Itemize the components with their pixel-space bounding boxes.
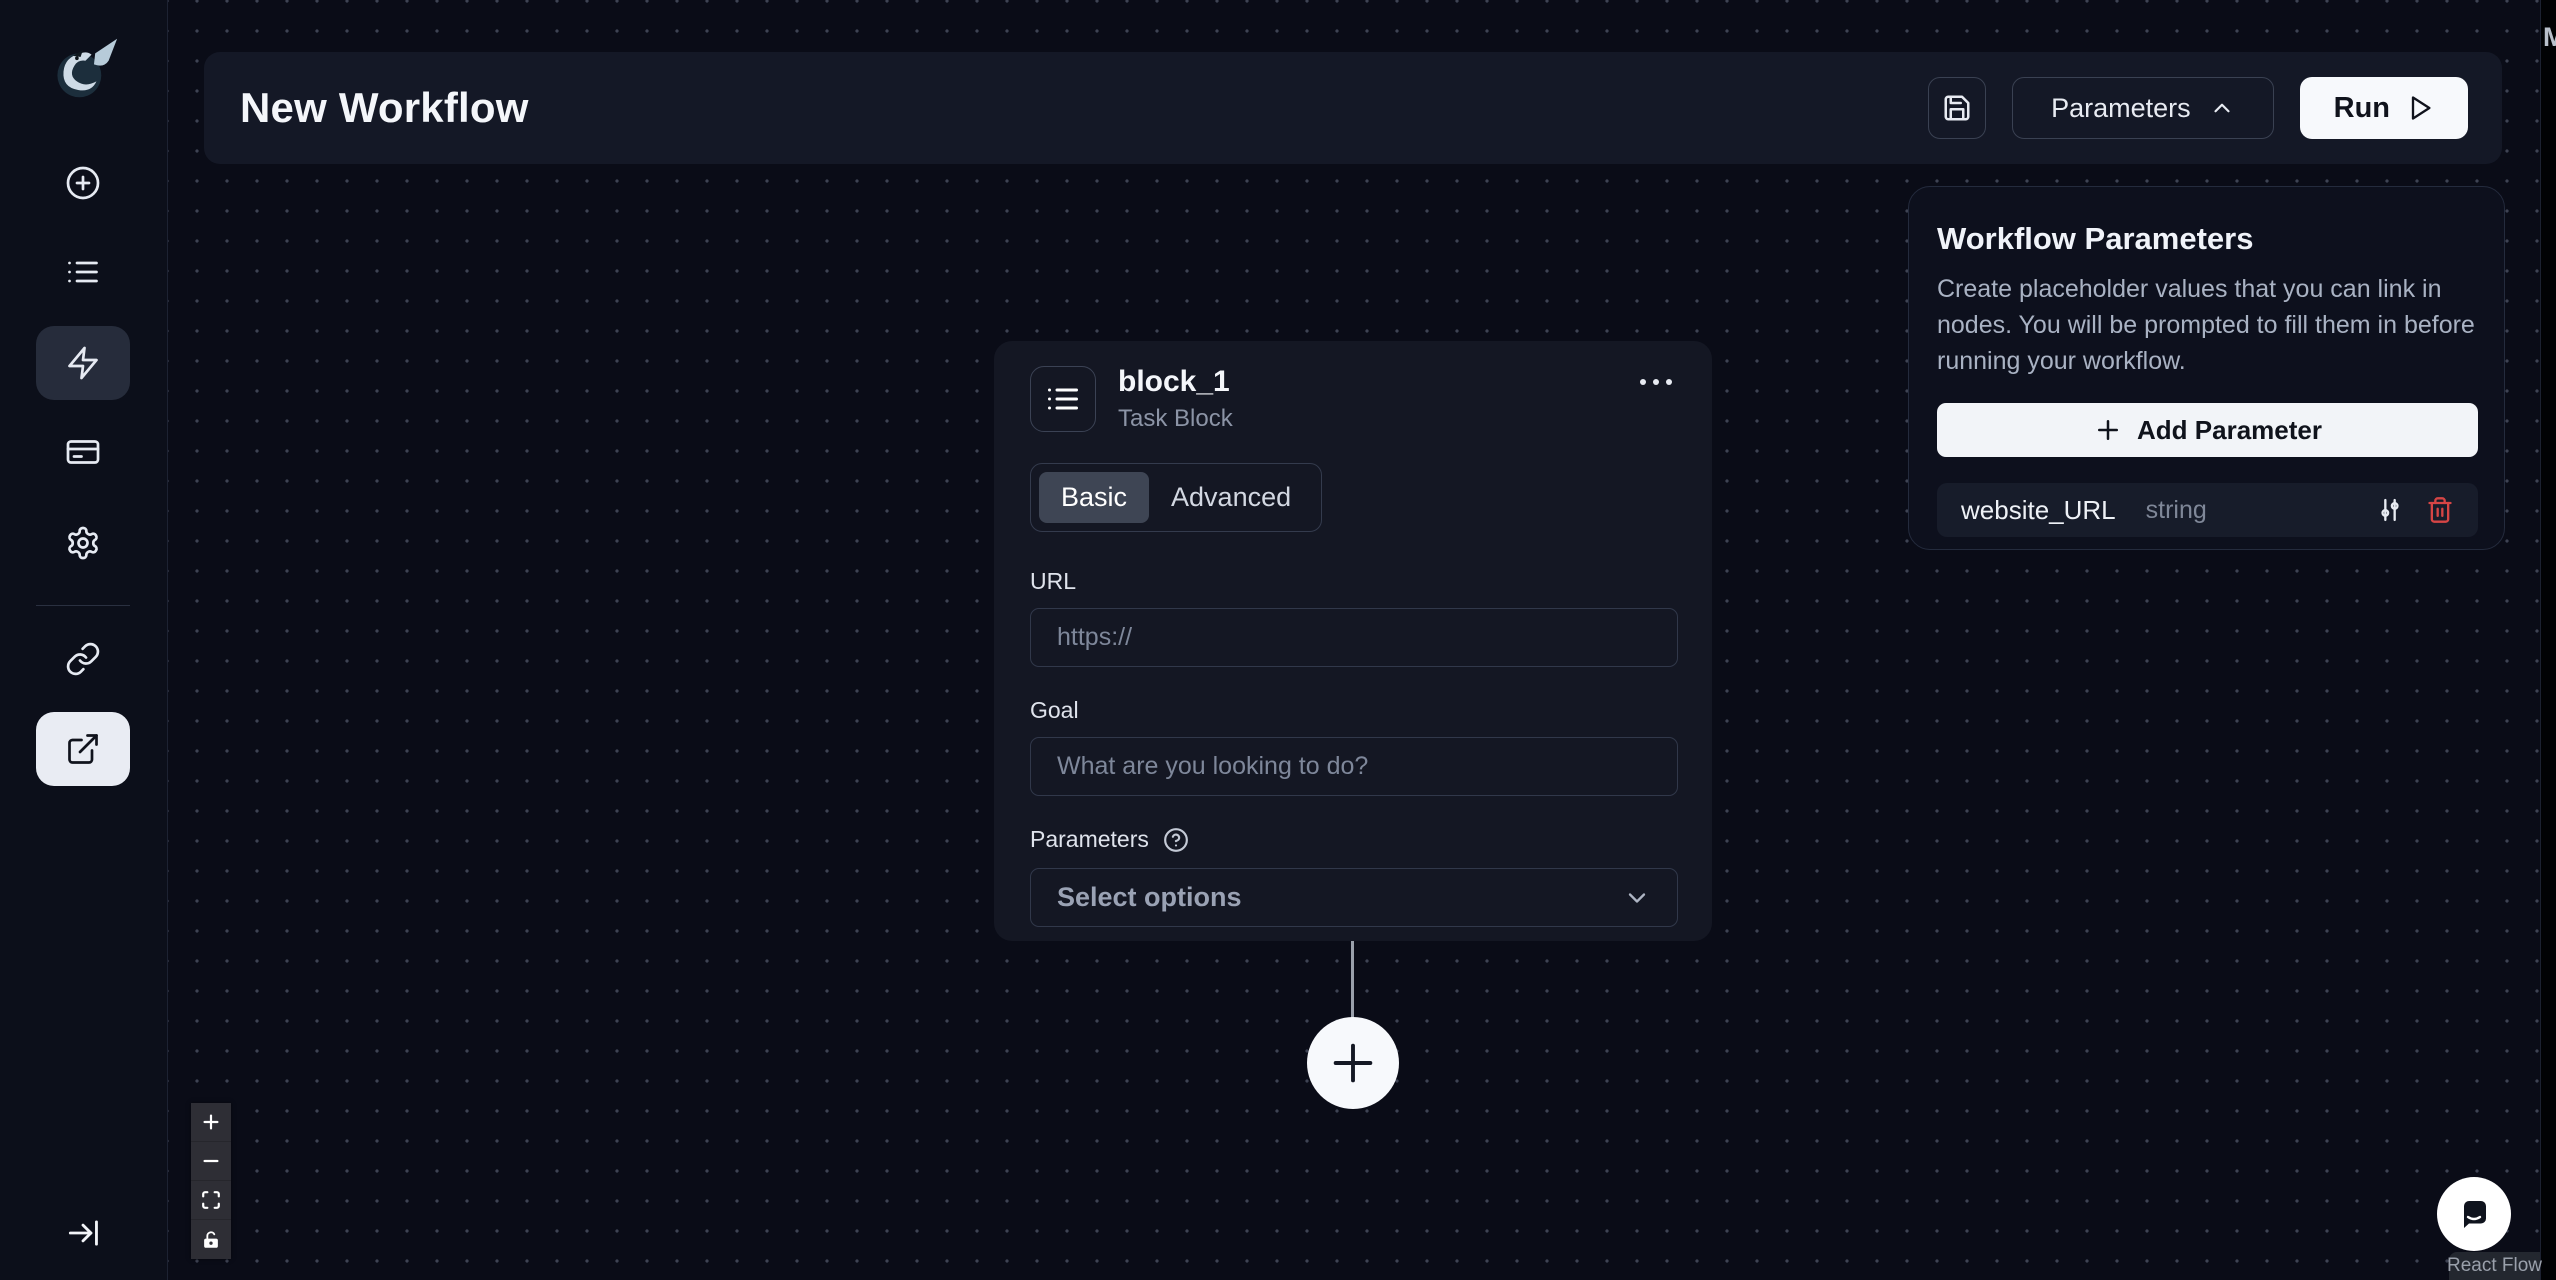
plus-circle-icon [66, 166, 100, 200]
header-actions: Parameters Run [1928, 77, 2468, 139]
url-input[interactable] [1030, 608, 1678, 667]
skyvern-logo[interactable] [44, 26, 122, 110]
sidebar-expand-button[interactable] [52, 1204, 114, 1262]
sidebar-item-create[interactable] [36, 146, 130, 220]
parameters-label-text: Parameters [1030, 826, 1149, 852]
parameter-row[interactable]: website_URL string [1937, 483, 2478, 537]
save-button[interactable] [1928, 77, 1987, 139]
goal-label-text: Goal [1030, 697, 1079, 723]
zoom-out-button[interactable] [191, 1142, 231, 1181]
parameter-actions [2376, 496, 2454, 524]
react-flow-attribution-label: React Flow [2446, 1255, 2543, 1276]
credit-card-icon [66, 440, 100, 464]
chat-launcher-button[interactable] [2437, 1177, 2511, 1251]
url-label-text: URL [1030, 568, 1077, 594]
node-title[interactable]: block_1 [1118, 365, 1640, 399]
workflow-parameters-panel: Workflow Parameters Create placeholder v… [1908, 186, 2505, 550]
sidebar-item-runs[interactable] [36, 235, 130, 309]
list-icon [68, 261, 98, 283]
node-tabs: Basic Advanced [1030, 463, 1323, 532]
workflow-header: New Workflow Parameters Run [204, 52, 2502, 164]
lock-button[interactable] [191, 1220, 231, 1259]
window-edge-strip: M [2540, 0, 2556, 1280]
react-flow-attribution[interactable]: React Flow [2446, 1252, 2543, 1280]
sidebar-item-integrations[interactable] [36, 622, 130, 696]
canvas-controls [191, 1103, 231, 1259]
parameters-button[interactable]: Parameters [2012, 77, 2274, 139]
clipped-edge-text: M [2543, 22, 2556, 53]
external-link-icon [68, 734, 98, 764]
parameter-type: string [2145, 495, 2207, 524]
sidebar-item-settings[interactable] [36, 506, 130, 580]
sidebar-item-credentials[interactable] [36, 415, 130, 489]
delete-parameter-icon[interactable] [2426, 496, 2454, 524]
parameters-select-value: Select options [1057, 882, 1242, 912]
tab-advanced[interactable]: Advanced [1149, 472, 1313, 523]
add-parameter-label: Add Parameter [2137, 414, 2322, 445]
chevron-down-icon [1628, 892, 1646, 903]
goal-input[interactable] [1030, 737, 1678, 796]
goal-label: Goal [1030, 697, 1676, 724]
lightning-icon [68, 346, 98, 380]
node-subtitle: Task Block [1118, 405, 1233, 432]
panel-description: Create placeholder values that you can l… [1937, 275, 2475, 375]
edit-parameter-icon[interactable] [2376, 496, 2404, 524]
parameter-name: website_URL [1961, 494, 2116, 525]
plus-icon [2098, 420, 2119, 440]
tab-basic[interactable]: Basic [1039, 472, 1150, 523]
play-icon [2411, 96, 2431, 120]
sidebar-item-workflows[interactable] [36, 326, 130, 400]
fit-view-icon [202, 1191, 220, 1209]
task-block-icon-box [1030, 366, 1096, 432]
task-block-node[interactable]: block_1 Task Block Basic Advanced URL Go… [994, 341, 1712, 941]
save-icon [1944, 95, 1970, 121]
fit-view-button[interactable] [191, 1181, 231, 1220]
sidebar-item-external[interactable] [36, 712, 130, 786]
parameters-button-label: Parameters [2051, 92, 2191, 123]
minus-icon [203, 1159, 219, 1163]
parameters-select[interactable]: Select options [1030, 868, 1678, 927]
plus-icon [203, 1114, 219, 1130]
zoom-in-button[interactable] [191, 1103, 231, 1142]
app-sidebar [0, 0, 168, 1280]
sidebar-divider [36, 605, 130, 606]
node-header: block_1 Task Block [1030, 365, 1676, 433]
chat-bubble-icon [2464, 1201, 2486, 1228]
plus-icon [1333, 1043, 1373, 1083]
help-circle-icon[interactable] [1163, 827, 1189, 853]
more-options-icon[interactable] [1640, 379, 1672, 385]
url-label: URL [1030, 568, 1676, 595]
list-icon [1048, 388, 1078, 410]
run-button-label: Run [2333, 91, 2390, 124]
chevron-up-icon [2214, 103, 2230, 113]
node-edge [1351, 941, 1354, 1019]
node-titles: block_1 Task Block [1118, 365, 1640, 433]
arrow-right-to-line-icon [68, 1220, 98, 1246]
unlock-icon [204, 1230, 218, 1248]
run-button[interactable]: Run [2299, 77, 2468, 139]
link-icon [66, 642, 100, 676]
gear-icon [68, 526, 98, 560]
add-block-button[interactable] [1307, 1017, 1399, 1109]
page-title[interactable]: New Workflow [240, 84, 529, 132]
panel-title: Workflow Parameters [1937, 221, 2254, 256]
add-parameter-button[interactable]: Add Parameter [1937, 403, 2478, 457]
parameters-label: Parameters [1030, 826, 1676, 853]
